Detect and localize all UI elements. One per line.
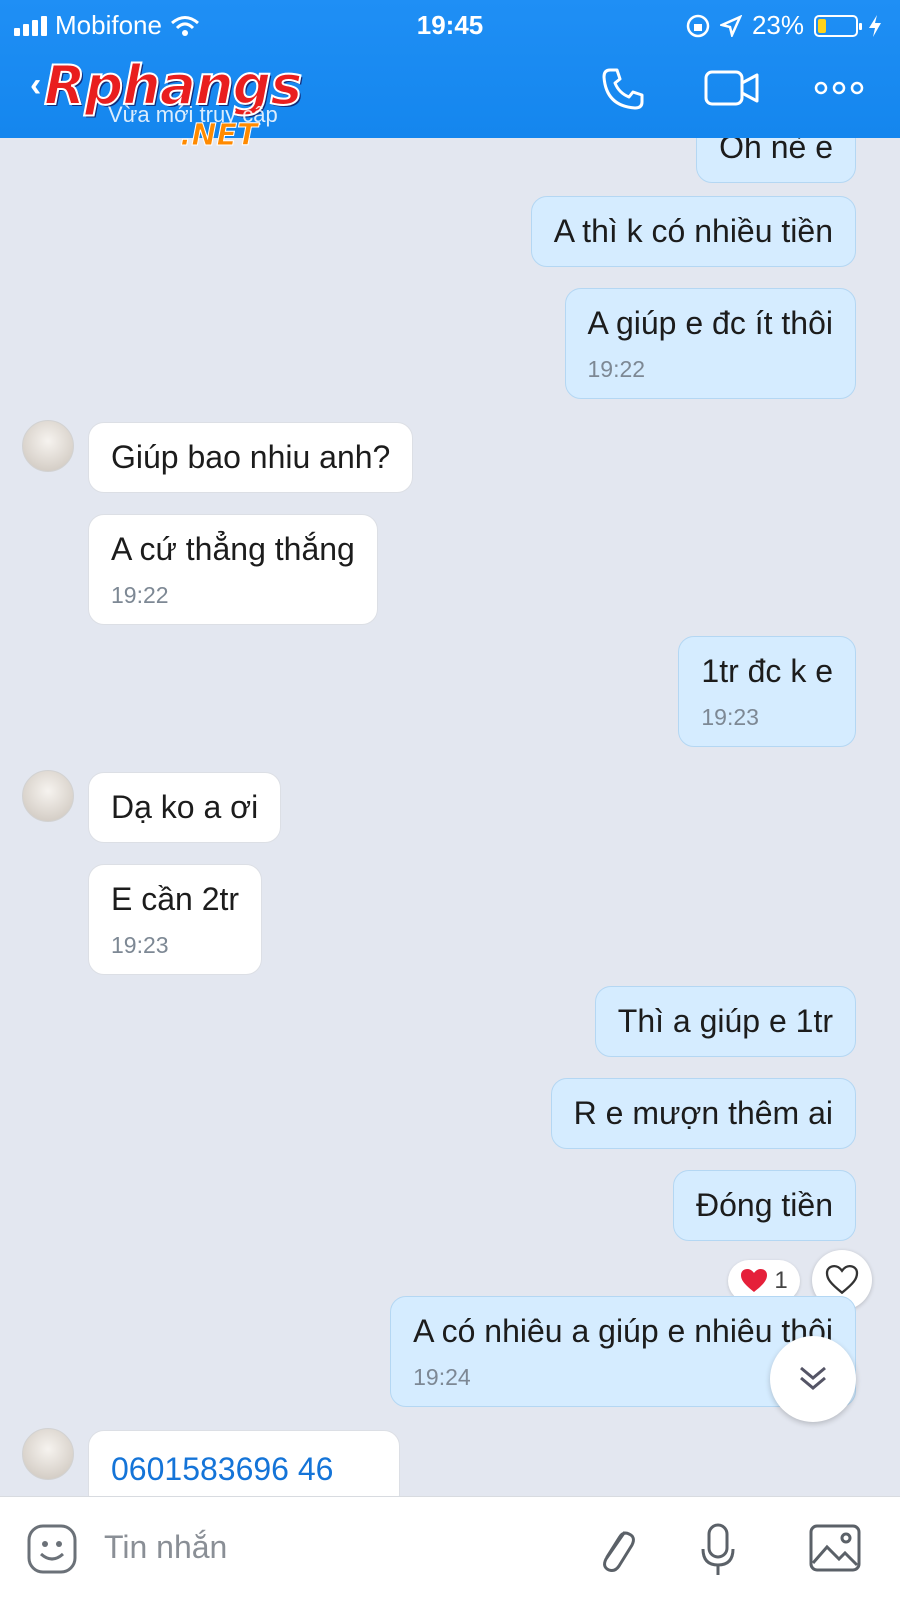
message-input[interactable]: Tin nhắn: [104, 1529, 227, 1566]
image-gallery-icon[interactable]: [808, 1523, 862, 1573]
attachment-icon[interactable]: [594, 1523, 638, 1577]
message-outgoing[interactable]: 1tr đc k e 19:23: [678, 636, 856, 748]
message-text: A thì k có nhiều tiền: [553, 213, 833, 249]
message-text: A cứ thẳng thắng: [111, 531, 355, 567]
status-bar: Mobifone 19:45 23%: [0, 6, 900, 40]
contact-avatar[interactable]: [22, 770, 74, 822]
message-text: Oh nè e: [719, 138, 833, 165]
heart-outline-icon: [825, 1265, 859, 1295]
heart-filled-icon: [741, 1269, 768, 1292]
battery-percent: 23%: [751, 10, 804, 40]
sticker-icon[interactable]: [26, 1523, 78, 1575]
message-text: E cần 2tr: [111, 881, 240, 917]
message-time: 19:22: [111, 581, 169, 608]
scroll-to-bottom-button[interactable]: [770, 1336, 856, 1422]
message-text: Dạ ko a ơi: [111, 789, 259, 825]
message-incoming[interactable]: Giúp bao nhiu anh?: [88, 422, 414, 493]
message-text: Thì a giúp e 1tr: [617, 1003, 833, 1039]
contact-avatar[interactable]: [22, 420, 74, 472]
location-icon: [719, 14, 742, 37]
microphone-icon[interactable]: [700, 1523, 736, 1579]
message-text: A giúp e đc ít thôi: [587, 305, 834, 341]
message-incoming[interactable]: E cần 2tr 19:23: [88, 864, 263, 976]
message-incoming[interactable]: 0601583696 46: [88, 1430, 400, 1496]
phone-call-icon[interactable]: [600, 66, 646, 112]
reaction-count: 1: [774, 1267, 788, 1294]
video-call-icon[interactable]: [704, 66, 760, 110]
message-text: 1tr đc k e: [701, 653, 833, 689]
message-outgoing[interactable]: A giúp e đc ít thôi 19:22: [564, 288, 856, 400]
back-chevron-icon[interactable]: ‹: [30, 66, 41, 105]
contact-avatar[interactable]: [22, 1428, 74, 1480]
message-time: 19:23: [701, 703, 759, 730]
message-list[interactable]: Oh nè e A thì k có nhiều tiền A giúp e đ…: [0, 138, 900, 1496]
message-text: A có nhiêu a giúp e nhiêu thôi: [413, 1313, 833, 1349]
message-text: Đóng tiền: [696, 1187, 833, 1223]
message-text: R e mượn thêm ai: [573, 1095, 833, 1131]
message-outgoing[interactable]: Đóng tiền: [673, 1170, 856, 1241]
message-outgoing[interactable]: Oh nè e: [696, 138, 856, 183]
message-outgoing[interactable]: A thì k có nhiều tiền: [530, 196, 856, 267]
message-outgoing[interactable]: Thì a giúp e 1tr: [594, 986, 856, 1057]
message-text: 0601583696 46: [111, 1451, 334, 1487]
chat-header: Mobifone 19:45 23% ‹ Rphangs Vừa mới tru…: [0, 0, 900, 154]
double-chevron-down-icon: [800, 1366, 826, 1390]
rotation-lock-icon: [686, 14, 710, 37]
message-input-bar: Tin nhắn: [0, 1496, 900, 1600]
more-options-icon[interactable]: [814, 80, 864, 96]
message-incoming[interactable]: A cứ thẳng thắng 19:22: [88, 514, 378, 626]
message-incoming[interactable]: Dạ ko a ơi: [88, 772, 282, 843]
battery-icon: [814, 14, 862, 37]
message-time: 19:22: [587, 355, 646, 382]
charging-icon: [869, 14, 881, 37]
message-outgoing[interactable]: R e mượn thêm ai: [550, 1078, 856, 1149]
status-right: 23%: [686, 10, 882, 41]
message-time: 19:23: [111, 931, 169, 958]
message-text: Giúp bao nhiu anh?: [111, 439, 391, 475]
